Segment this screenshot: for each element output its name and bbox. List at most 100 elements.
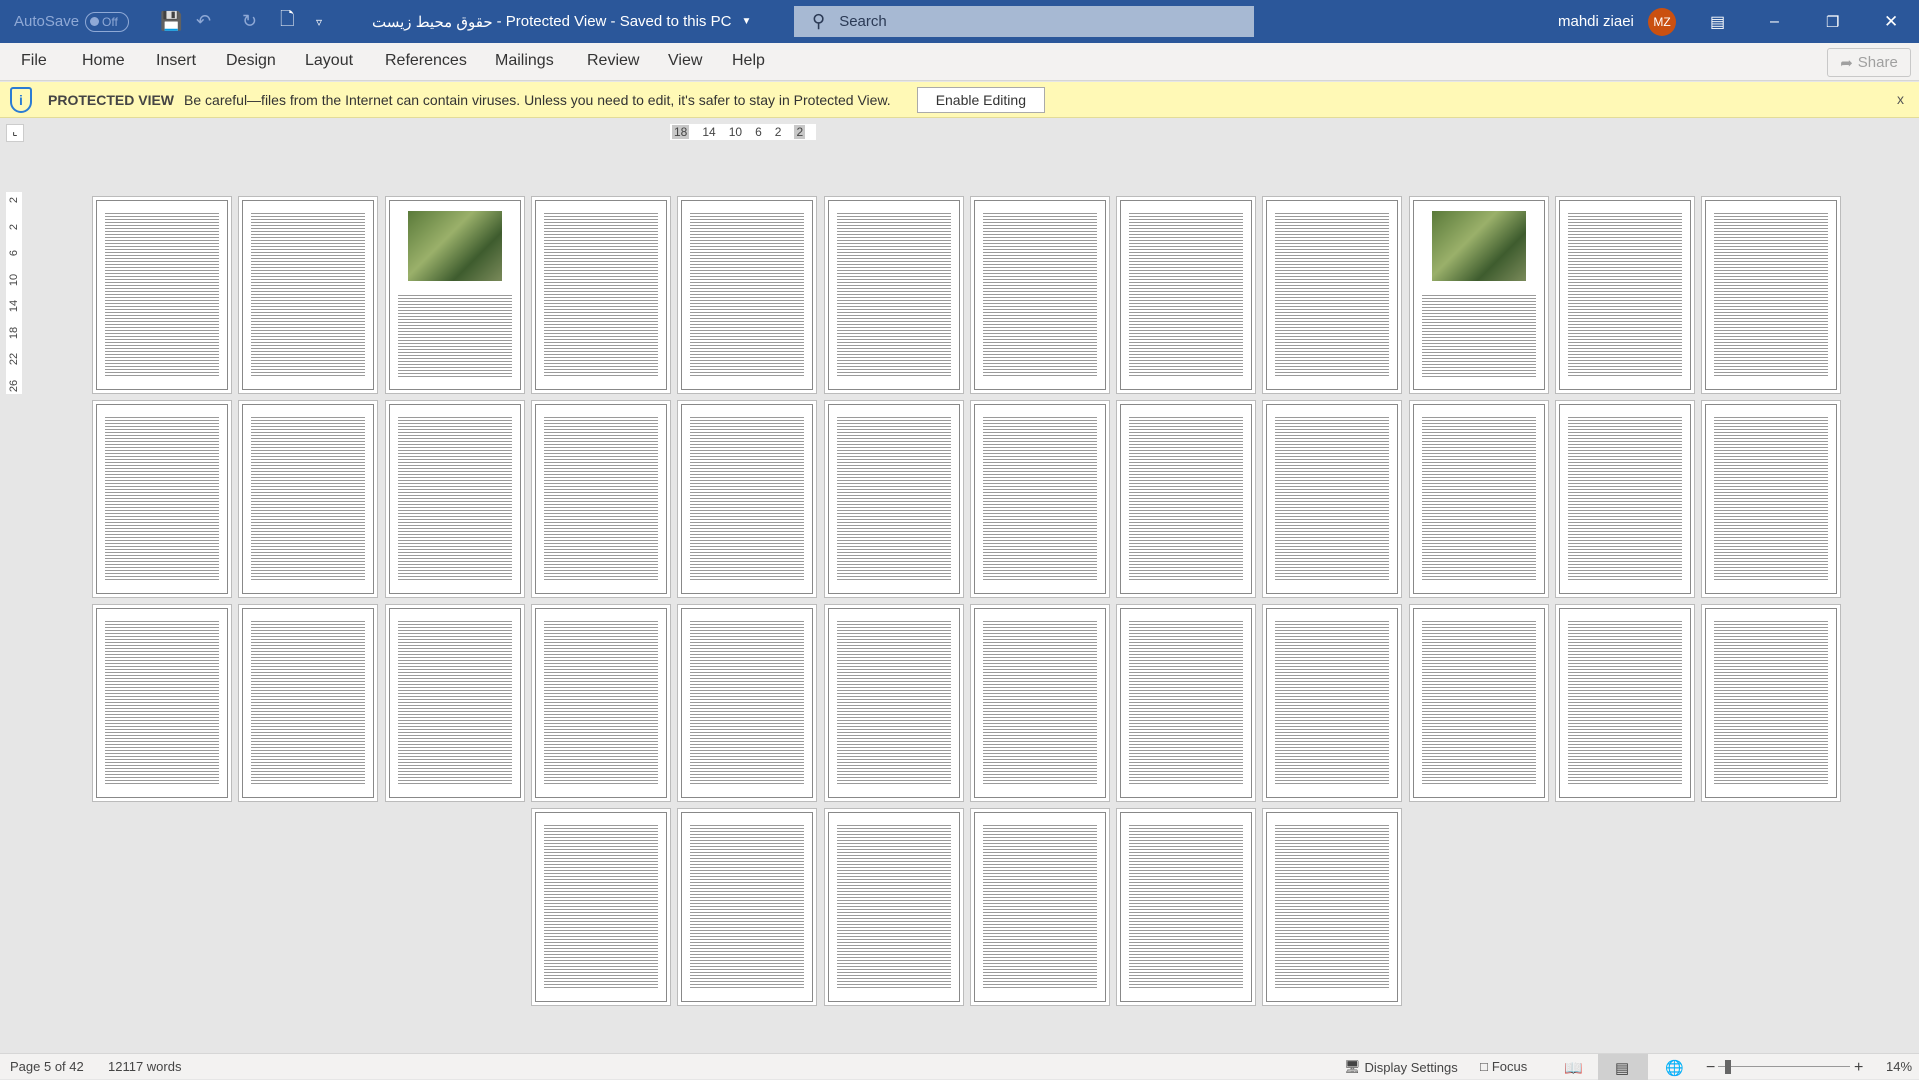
page-thumbnail[interactable] — [681, 200, 814, 390]
ruler-scale[interactable]: 18 14 10 6 2 2 — [670, 124, 816, 140]
page-thumbnail[interactable] — [1120, 200, 1253, 390]
page-thumbnail[interactable] — [973, 200, 1106, 390]
page-text-lines — [982, 415, 1097, 581]
vertical-ruler[interactable]: 2 2 6 10 14 18 22 26 — [6, 192, 22, 394]
new-document-icon[interactable]: 🗋 — [280, 0, 294, 43]
page-thumbnail[interactable] — [681, 404, 814, 594]
zoom-slider[interactable] — [1718, 1066, 1850, 1067]
page-thumbnail[interactable] — [1120, 812, 1253, 1002]
page-thumbnail[interactable] — [1705, 404, 1838, 594]
focus-button[interactable]: □ Focus — [1480, 1059, 1527, 1074]
undo-icon[interactable]: ↶ — [196, 0, 211, 43]
user-name[interactable]: mahdi ziaei — [1558, 0, 1634, 43]
ruler-tick: 18 — [672, 125, 690, 139]
tab-home[interactable]: Home — [82, 52, 125, 70]
page-thumbnail[interactable] — [1705, 200, 1838, 390]
enable-editing-button[interactable]: Enable Editing — [916, 86, 1045, 113]
page-thumbnail[interactable] — [973, 608, 1106, 798]
minimize-icon[interactable]: – — [1770, 0, 1779, 43]
zoom-slider-thumb[interactable] — [1725, 1060, 1731, 1074]
page-thumbnail[interactable] — [388, 404, 521, 594]
tab-help[interactable]: Help — [732, 52, 765, 70]
page-thumbnail[interactable] — [96, 608, 228, 798]
page-thumbnail[interactable] — [1412, 200, 1545, 390]
redo-icon[interactable]: ↻ — [242, 0, 257, 43]
page-thumbnail[interactable] — [534, 812, 667, 1002]
page-text-lines — [251, 415, 366, 581]
ruler-tick: 2 — [774, 125, 782, 139]
page-text-lines — [836, 415, 951, 581]
page-thumbnail[interactable] — [973, 404, 1106, 594]
page-text-lines — [1714, 415, 1829, 581]
tab-review[interactable]: Review — [587, 52, 639, 70]
page-thumbnail[interactable] — [1412, 608, 1545, 798]
ribbon-display-options-icon[interactable]: ▤ — [1710, 0, 1725, 43]
zoom-level[interactable]: 14% — [1886, 1059, 1912, 1074]
tab-file[interactable]: File — [21, 52, 47, 70]
word-count[interactable]: 12117 words — [108, 1059, 181, 1074]
protected-view-message: Be careful—files from the Internet can c… — [184, 91, 891, 108]
search-box[interactable]: ⚲ Search — [794, 6, 1254, 37]
page-thumbnail[interactable] — [534, 608, 667, 798]
page-thumbnail[interactable] — [827, 812, 960, 1002]
close-icon[interactable]: ✕ — [1884, 0, 1898, 43]
page-thumbnail[interactable] — [1266, 200, 1399, 390]
ruler-tick: 6 — [8, 250, 20, 257]
tab-references[interactable]: References — [385, 52, 467, 70]
page-thumbnail[interactable] — [681, 812, 814, 1002]
print-layout-button[interactable]: ▤ — [1598, 1054, 1648, 1080]
zoom-out-icon[interactable]: − — [1706, 1059, 1715, 1077]
page-text-lines — [1568, 619, 1682, 785]
tab-mailings[interactable]: Mailings — [495, 52, 554, 70]
page-thumbnail[interactable] — [242, 200, 375, 390]
page-thumbnail[interactable] — [827, 608, 960, 798]
page-thumbnail[interactable] — [827, 200, 960, 390]
page-thumbnail[interactable] — [534, 404, 667, 594]
read-mode-icon[interactable]: 📖 — [1564, 1059, 1583, 1077]
restore-icon[interactable]: ❐ — [1826, 0, 1839, 43]
page-thumbnail[interactable] — [96, 404, 228, 594]
tab-view[interactable]: View — [668, 52, 702, 70]
page-thumbnail[interactable] — [1559, 404, 1691, 594]
page-thumbnail[interactable] — [1559, 200, 1691, 390]
share-button[interactable]: ➦ Share — [1827, 48, 1911, 77]
page-text-lines — [1568, 211, 1682, 377]
page-thumbnail[interactable] — [1266, 812, 1399, 1002]
page-thumbnail[interactable] — [242, 608, 375, 798]
page-thumbnail[interactable] — [1266, 404, 1399, 594]
web-layout-icon[interactable]: 🌐 — [1665, 1059, 1684, 1077]
tab-layout[interactable]: Layout — [305, 52, 353, 70]
page-thumbnail[interactable] — [242, 404, 375, 594]
avatar[interactable]: MZ — [1648, 7, 1676, 36]
page-thumbnail[interactable] — [1266, 608, 1399, 798]
page-thumbnail[interactable] — [973, 812, 1106, 1002]
page-thumbnail[interactable] — [1120, 404, 1253, 594]
page-thumbnail[interactable] — [388, 608, 521, 798]
page-text-lines — [1129, 211, 1244, 377]
page-indicator[interactable]: Page 5 of 42 — [10, 1059, 84, 1074]
title-bar: AutoSave Off 💾 ↶ ↻ 🗋 ▿ حقوق محیط زیست - … — [0, 0, 1919, 43]
autosave-switch[interactable]: Off — [85, 11, 130, 32]
tab-insert[interactable]: Insert — [156, 52, 196, 70]
customize-toolbar-icon[interactable]: ▿ — [316, 0, 322, 43]
tab-selector[interactable]: ⌞ — [6, 124, 24, 142]
page-thumbnail[interactable] — [1705, 608, 1838, 798]
tab-design[interactable]: Design — [226, 52, 276, 70]
page-thumbnail[interactable] — [96, 200, 228, 390]
page-thumbnail[interactable] — [388, 200, 521, 390]
page-thumbnail[interactable] — [827, 404, 960, 594]
zoom-in-icon[interactable]: + — [1854, 1059, 1863, 1077]
page-text-lines — [1421, 619, 1536, 785]
document-title[interactable]: حقوق محیط زیست - Protected View - Saved … — [372, 0, 751, 43]
autosave-toggle[interactable]: AutoSave Off — [14, 0, 130, 43]
page-thumbnail[interactable] — [534, 200, 667, 390]
close-bar-icon[interactable]: x — [1897, 91, 1904, 107]
status-bar: Page 5 of 42 12117 words 🖥 Display Settin… — [0, 1053, 1919, 1080]
page-thumbnail[interactable] — [1412, 404, 1545, 594]
save-icon[interactable]: 💾 — [160, 0, 182, 43]
display-settings-button[interactable]: 🖥 Display Settings — [1344, 1059, 1458, 1075]
page-text-lines — [1714, 211, 1829, 377]
page-thumbnail[interactable] — [1559, 608, 1691, 798]
page-thumbnail[interactable] — [1120, 608, 1253, 798]
page-thumbnail[interactable] — [681, 608, 814, 798]
